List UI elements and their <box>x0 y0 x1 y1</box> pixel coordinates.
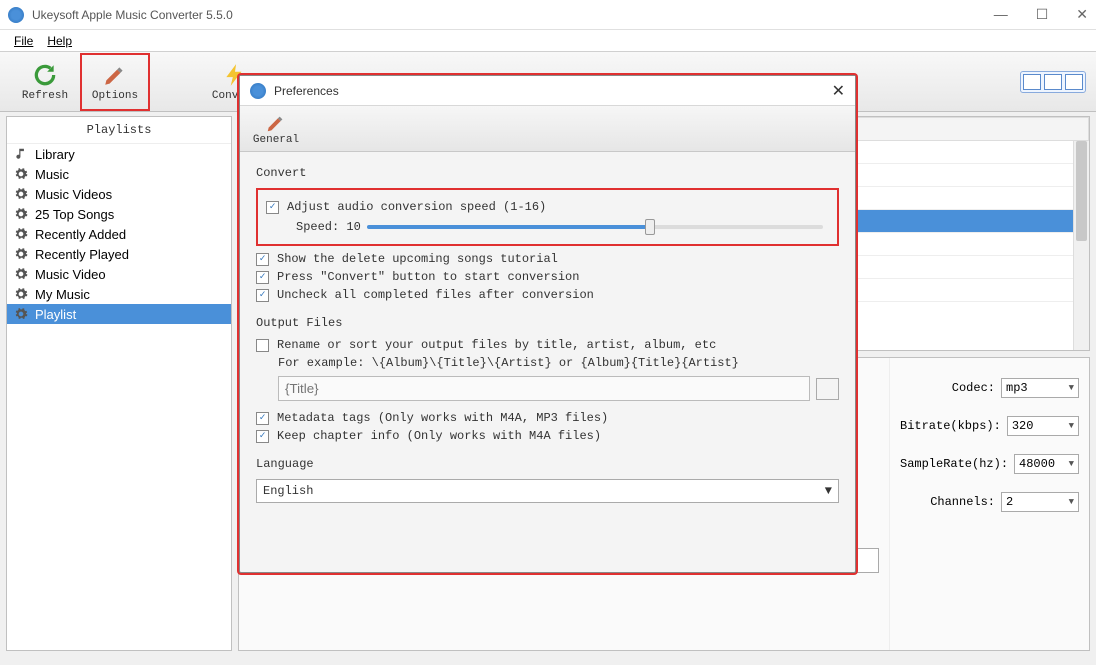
codec-select[interactable]: mp3▼ <box>1001 378 1079 398</box>
refresh-label: Refresh <box>22 90 68 102</box>
sidebar-item-playlist[interactable]: Playlist <box>7 304 231 324</box>
show-delete-label: Show the delete upcoming songs tutorial <box>277 252 558 266</box>
dialog-icon <box>250 83 266 99</box>
refresh-icon <box>32 62 58 88</box>
gear-icon <box>13 186 29 202</box>
keep-chapter-label: Keep chapter info (Only works with M4A f… <box>277 429 601 443</box>
channels-label: Channels: <box>930 495 995 509</box>
bitrate-label: Bitrate(kbps): <box>900 419 1001 433</box>
view-3-icon[interactable] <box>1065 74 1083 90</box>
titlebar: Ukeysoft Apple Music Converter 5.5.0 — ☐… <box>0 0 1096 30</box>
view-switcher[interactable] <box>1020 71 1086 93</box>
gear-icon <box>13 246 29 262</box>
slider-handle[interactable] <box>645 219 655 235</box>
sidebar-item-label: Recently Played <box>35 247 129 262</box>
chevron-down-icon: ▼ <box>1069 383 1074 393</box>
sidebar-item-recently-added[interactable]: Recently Added <box>7 224 231 244</box>
sidebar-item-music[interactable]: Music <box>7 164 231 184</box>
keep-chapter-checkbox[interactable] <box>256 430 269 443</box>
uncheck-completed-label: Uncheck all completed files after conver… <box>277 288 594 302</box>
rename-example: For example: \{Album}\{Title}\{Artist} o… <box>256 356 839 370</box>
language-select[interactable]: English ▼ <box>256 479 839 503</box>
sidebar-item-label: 25 Top Songs <box>35 207 114 222</box>
chevron-down-icon: ▼ <box>825 484 832 498</box>
bitrate-select[interactable]: 320▼ <box>1007 416 1079 436</box>
options-label: Options <box>92 90 138 102</box>
sidebar-item-label: Library <box>35 147 75 162</box>
show-delete-checkbox[interactable] <box>256 253 269 266</box>
channels-select[interactable]: 2▼ <box>1001 492 1079 512</box>
uncheck-completed-checkbox[interactable] <box>256 289 269 302</box>
view-2-icon[interactable] <box>1044 74 1062 90</box>
speed-label: Speed: 10 <box>296 220 361 234</box>
options-icon <box>102 62 128 88</box>
metadata-tags-label: Metadata tags (Only works with M4A, MP3 … <box>277 411 608 425</box>
dialog-title: Preferences <box>274 84 339 98</box>
sidebar-header: Playlists <box>7 117 231 144</box>
metadata-tags-checkbox[interactable] <box>256 412 269 425</box>
sidebar-item-label: Music Videos <box>35 187 112 202</box>
gear-icon <box>13 166 29 182</box>
menu-help[interactable]: Help <box>47 34 72 48</box>
tab-general[interactable]: General <box>248 112 304 146</box>
music-note-icon <box>13 146 29 162</box>
gear-icon <box>13 206 29 222</box>
section-convert: Convert <box>256 166 839 180</box>
adjust-speed-label: Adjust audio conversion speed (1-16) <box>287 200 546 214</box>
sidebar-item-label: Playlist <box>35 307 76 322</box>
scrollbar-thumb[interactable] <box>1076 141 1087 241</box>
dialog-toolbar: General <box>240 106 855 152</box>
minimize-button[interactable]: — <box>994 6 1008 23</box>
menu-file[interactable]: File <box>14 34 33 48</box>
sidebar-item-label: Recently Added <box>35 227 126 242</box>
press-convert-checkbox[interactable] <box>256 271 269 284</box>
rename-pattern-input[interactable] <box>278 376 810 401</box>
close-button[interactable]: ✕ <box>1076 6 1088 23</box>
chevron-down-icon: ▼ <box>1069 497 1074 507</box>
sidebar-item-my-music[interactable]: My Music <box>7 284 231 304</box>
sidebar-item-label: Music Video <box>35 267 106 282</box>
section-language: Language <box>256 457 839 471</box>
dialog-titlebar: Preferences ✕ <box>240 76 855 106</box>
sidebar-item-library[interactable]: Library <box>7 144 231 164</box>
sidebar: Playlists Library Music Music Videos 25 Top… <box>6 116 232 651</box>
section-output: Output Files <box>256 316 839 330</box>
rename-sort-checkbox[interactable] <box>256 339 269 352</box>
app-title: Ukeysoft Apple Music Converter 5.5.0 <box>32 8 233 22</box>
scrollbar-vertical[interactable] <box>1073 141 1089 350</box>
press-convert-label: Press "Convert" button to start conversi… <box>277 270 579 284</box>
chevron-down-icon: ▼ <box>1069 421 1074 431</box>
rename-sort-label: Rename or sort your output files by titl… <box>277 338 716 352</box>
codec-label: Codec: <box>952 381 995 395</box>
sidebar-item-music-videos[interactable]: Music Videos <box>7 184 231 204</box>
app-icon <box>8 7 24 23</box>
sidebar-item-label: My Music <box>35 287 90 302</box>
samplerate-label: SampleRate(hz): <box>900 457 1008 471</box>
gear-icon <box>13 266 29 282</box>
gear-icon <box>13 226 29 242</box>
menubar: File Help <box>0 30 1096 52</box>
dialog-close-button[interactable]: ✕ <box>832 81 845 101</box>
sidebar-item-recently-played[interactable]: Recently Played <box>7 244 231 264</box>
gear-icon <box>13 306 29 322</box>
view-1-icon[interactable] <box>1023 74 1041 90</box>
refresh-button[interactable]: Refresh <box>10 53 80 111</box>
sidebar-item-music-video[interactable]: Music Video <box>7 264 231 284</box>
chevron-down-icon: ▼ <box>1069 459 1074 469</box>
browse-button[interactable] <box>816 378 839 400</box>
sidebar-item-label: Music <box>35 167 69 182</box>
preferences-dialog: Preferences ✕ General Convert Adjust aud… <box>239 75 856 573</box>
gear-icon <box>13 286 29 302</box>
options-button[interactable]: Options <box>80 53 150 111</box>
adjust-speed-checkbox[interactable] <box>266 201 279 214</box>
speed-slider[interactable] <box>367 225 823 229</box>
speed-highlight-box: Adjust audio conversion speed (1-16) Spe… <box>256 188 839 246</box>
sidebar-item-25-top-songs[interactable]: 25 Top Songs <box>7 204 231 224</box>
maximize-button[interactable]: ☐ <box>1036 6 1049 23</box>
samplerate-select[interactable]: 48000▼ <box>1014 454 1079 474</box>
general-icon <box>248 112 304 134</box>
